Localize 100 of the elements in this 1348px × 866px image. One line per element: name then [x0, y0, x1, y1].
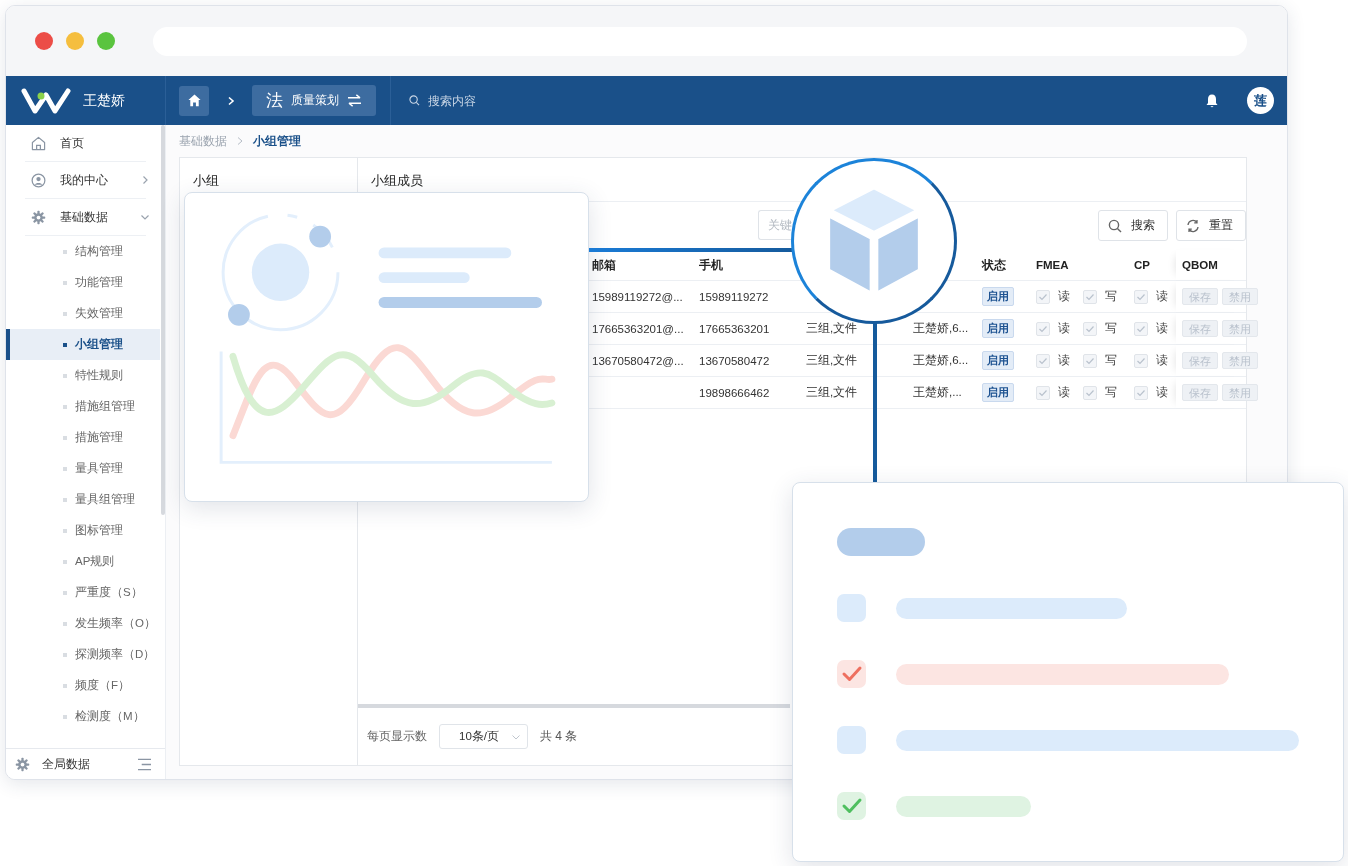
search-field[interactable]: 搜索内容 [426, 92, 576, 109]
reset-button[interactable]: 重置 [1176, 210, 1246, 241]
sidebar-item[interactable]: 基础数据 [25, 199, 146, 236]
sidebar-subitem[interactable]: 严重度（S） [6, 577, 160, 608]
sidebar-subitem[interactable]: 小组管理 [6, 329, 160, 360]
checkbox[interactable] [1036, 321, 1050, 336]
checkbox-label: 读 [1058, 353, 1070, 368]
checkbox[interactable] [1036, 353, 1050, 368]
checkbox-label: 写 [1105, 385, 1117, 400]
column-header[interactable]: 邮箱 [592, 257, 616, 273]
sidebar-subitem[interactable]: 量具管理 [6, 453, 160, 484]
scrollbar[interactable] [161, 125, 165, 515]
maximize-button[interactable] [97, 32, 115, 50]
sidebar-subitem[interactable]: AP规则 [6, 546, 160, 577]
table-cell: 13670580472@... [592, 354, 684, 367]
home-icon [31, 135, 46, 151]
table-cell: 三组,文件 [806, 385, 858, 400]
page-size-dropdown[interactable]: 10条/页 [439, 724, 528, 749]
search-button[interactable]: 搜索 [1098, 210, 1168, 241]
bullet-icon [63, 373, 67, 378]
bullet-icon [63, 652, 67, 657]
sidebar-subitem[interactable]: 发生频率（O） [6, 608, 160, 639]
breadcrumb-link[interactable]: 小组管理 [253, 133, 301, 149]
sidebar-subitem[interactable]: 结构管理 [6, 236, 160, 267]
swap-icon [347, 94, 362, 107]
checkbox-label: 读 [1058, 385, 1070, 400]
checkbox[interactable] [1134, 289, 1148, 304]
bullet-icon [63, 528, 67, 533]
column-header[interactable]: QBOM [1182, 259, 1218, 271]
bell-icon[interactable] [1204, 92, 1220, 109]
home-button[interactable] [179, 85, 209, 116]
column-header[interactable]: CP [1134, 259, 1150, 271]
checkbox[interactable] [1083, 321, 1097, 336]
checkbox[interactable] [1083, 385, 1097, 400]
panel-title: 小组成员 [371, 173, 423, 188]
column-header[interactable]: FMEA [1036, 259, 1069, 271]
sidebar-item[interactable]: 首页 [25, 125, 146, 162]
checkbox[interactable] [1134, 353, 1148, 368]
sidebar-footer-label[interactable]: 全局数据 [42, 756, 125, 772]
checkbox[interactable] [1083, 289, 1097, 304]
sidebar-subitem[interactable]: 功能管理 [6, 267, 160, 298]
checkbox-label: 读 [1156, 385, 1168, 400]
user-avatar[interactable]: 莲 [1247, 87, 1274, 114]
sidebar-subitem[interactable]: 频度（F） [6, 670, 160, 701]
table-cell: 王楚娇,6... [913, 321, 969, 336]
checkbox-label: 读 [1156, 289, 1168, 304]
checkbox-label: 读 [1156, 321, 1168, 336]
search-icon [409, 95, 420, 106]
menu-icon[interactable] [137, 757, 152, 771]
checkbox[interactable] [1134, 321, 1148, 336]
checkbox[interactable] [1036, 289, 1050, 304]
column-header[interactable]: 手机 [699, 257, 723, 273]
bullet-icon [63, 683, 67, 688]
user-icon [31, 172, 46, 188]
sidebar-subitem[interactable]: 措施管理 [6, 422, 160, 453]
scrollbar[interactable] [358, 704, 790, 708]
bullet-icon [63, 714, 67, 719]
table-cell: 王楚娇,6... [913, 353, 969, 368]
bullet-icon [63, 497, 67, 502]
logo-icon [21, 86, 71, 115]
table-cell: 17665363201@... [592, 322, 684, 335]
status-tag: 启用 [982, 319, 1014, 338]
bullet-icon [63, 590, 67, 595]
table-cell: 三组,文件 [806, 321, 858, 336]
close-button[interactable] [35, 32, 53, 50]
search-icon [1108, 218, 1122, 233]
checkbox-label: 读 [1156, 353, 1168, 368]
sidebar-item[interactable]: 我的中心 [25, 162, 146, 199]
settings-icon [31, 209, 46, 225]
refresh-icon [1186, 218, 1200, 233]
table-cell: 15989119272 [699, 290, 769, 303]
minimize-button[interactable] [66, 32, 84, 50]
checkbox[interactable] [1134, 385, 1148, 400]
sidebar-subitem[interactable]: 检测度（M） [6, 701, 160, 732]
checkbox-label: 写 [1105, 289, 1117, 304]
sidebar-subitem[interactable]: 失效管理 [6, 298, 160, 329]
column-header[interactable]: 状态 [982, 257, 1006, 273]
sidebar-subitem[interactable]: 量具组管理 [6, 484, 160, 515]
checkbox[interactable] [1083, 353, 1097, 368]
table-cell: 17665363201 [699, 322, 770, 335]
sidebar-subitem[interactable]: 措施组管理 [6, 391, 160, 422]
user-name: 王楚娇 [83, 91, 125, 110]
checkbox[interactable] [1036, 385, 1050, 400]
sidebar-subitem[interactable]: 特性规则 [6, 360, 160, 391]
bullet-icon [63, 342, 67, 347]
bullet-icon [63, 249, 67, 254]
bullet-icon [63, 559, 67, 564]
sidebar-subitem[interactable]: 探测频率（D） [6, 639, 160, 670]
module-switch-button[interactable]: 法 质量策划 [252, 85, 376, 116]
settings-icon[interactable] [15, 756, 30, 772]
bullet-icon [63, 621, 67, 626]
chevron-right-icon [226, 95, 236, 106]
total-count: 共 4 条 [540, 728, 578, 745]
bullet-icon [63, 466, 67, 471]
table-cell: 19898666462 [699, 386, 770, 399]
chevron-right-icon [235, 136, 245, 146]
sidebar-subitem[interactable]: 图标管理 [6, 515, 160, 546]
keyword-field[interactable]: 关键 [758, 210, 794, 240]
page-size-label: 每页显示数 [367, 729, 427, 744]
status-tag: 启用 [982, 287, 1014, 306]
